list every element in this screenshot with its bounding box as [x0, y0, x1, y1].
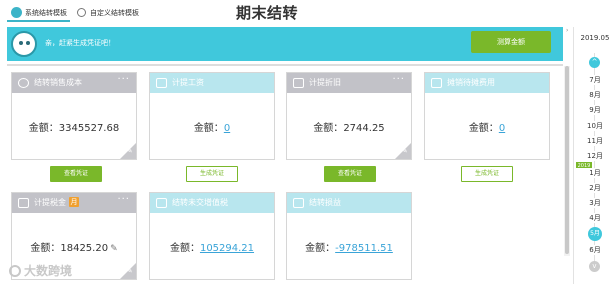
template-icon	[11, 7, 22, 18]
scrollbar[interactable]	[564, 66, 570, 256]
month-item-selected[interactable]: 5月	[588, 227, 602, 241]
view-voucher-button[interactable]: 查看凭证	[50, 166, 102, 182]
mascot-icon	[11, 31, 37, 57]
tab-custom-template[interactable]: 自定义结转模板	[72, 4, 144, 22]
month-item[interactable]: 11月	[574, 136, 615, 146]
card-amount: 金额：-978511.51	[305, 243, 393, 254]
amount-value: 3345527.68	[58, 123, 120, 134]
grid-icon	[156, 198, 167, 208]
more-icon[interactable]: ···	[117, 194, 130, 205]
amount-link[interactable]: 0	[224, 123, 230, 134]
card-header: 摊销待摊费用	[425, 73, 549, 93]
month-badge: 月	[69, 197, 79, 207]
card-amount: 金额：0	[193, 123, 231, 134]
card-title: 计提折旧	[309, 78, 341, 87]
tab-label: 系统结转模板	[25, 9, 67, 17]
card-amount: 金额：3345527.68	[28, 123, 120, 134]
card-title: 摊销待摊费用	[447, 78, 495, 87]
expand-arrow-icon[interactable]: ›	[566, 27, 573, 35]
card-transfer-profit-loss: 结转损益 金额：-978511.51	[286, 192, 412, 280]
card-amount: 金额：105294.21	[169, 243, 255, 254]
card-header: 计提工资	[150, 73, 274, 93]
generate-voucher-button[interactable]: 生成凭证	[186, 166, 238, 182]
tab-label: 自定义结转模板	[90, 9, 139, 17]
card-amount: 金额：18425.20 ✎	[30, 243, 118, 254]
card-title: 结转未交增值税	[172, 198, 228, 207]
month-item[interactable]: 8月	[574, 90, 615, 100]
edit-corner-icon[interactable]	[395, 143, 411, 159]
card-header: 结转销售成本 ···	[12, 73, 136, 93]
watermark: 大数跨境	[9, 262, 72, 279]
document-icon	[18, 198, 29, 208]
pencil-icon[interactable]: ✎	[110, 244, 118, 254]
template-tabs: 系统结转模板 自定义结转模板	[0, 0, 615, 25]
prompt-banner: 亲，赶紧生成凭证吧！ 测算金额	[7, 27, 563, 61]
card-amortize-prepaid: 摊销待摊费用 金额：0	[424, 72, 550, 160]
current-period: 2019.05	[580, 34, 610, 42]
card-title: 计提工资	[172, 78, 204, 87]
card-header: 计提折旧 ···	[287, 73, 411, 93]
clock-icon	[18, 78, 29, 88]
month-item[interactable]: 2月	[574, 183, 615, 193]
period-calendar: 2019.05 ^ 7月 8月 9月 10月 11月 12月 2019 1月 2…	[573, 27, 615, 284]
edit-corner-icon[interactable]	[120, 263, 136, 279]
card-title: 结转销售成本	[34, 78, 82, 87]
copy-icon	[293, 78, 304, 88]
divider	[7, 64, 563, 66]
month-item[interactable]: 3月	[574, 198, 615, 208]
card-cost-of-sales: 结转销售成本 ··· 金额：3345527.68	[11, 72, 137, 160]
view-voucher-button[interactable]: 查看凭证	[324, 166, 376, 182]
page-title: 期末结转	[236, 4, 299, 22]
card-amount: 金额：2744.25	[313, 123, 385, 134]
plus-icon	[293, 198, 304, 208]
edit-corner-icon[interactable]	[120, 143, 136, 159]
card-amount: 金额：0	[468, 123, 506, 134]
card-title: 结转损益	[309, 198, 341, 207]
card-title: 计提税金月	[34, 197, 79, 207]
watermark-logo-icon	[9, 265, 21, 277]
banner-message: 亲，赶紧生成凭证吧！	[45, 39, 115, 47]
calculate-amount-button[interactable]: 测算金额	[471, 31, 551, 53]
month-item[interactable]: 9月	[574, 105, 615, 115]
amount-value: 2744.25	[343, 123, 385, 134]
month-item[interactable]: 10月	[574, 121, 615, 131]
scroll-up-icon[interactable]: ^	[589, 57, 600, 68]
card-header: 结转损益	[287, 193, 411, 213]
month-item[interactable]: 7月	[574, 75, 615, 85]
scroll-down-icon[interactable]: v	[589, 261, 600, 272]
more-icon[interactable]: ···	[117, 74, 130, 85]
more-icon[interactable]: ···	[392, 74, 405, 85]
amount-link[interactable]: 0	[499, 123, 505, 134]
scrollbar-thumb[interactable]	[565, 66, 569, 254]
month-item[interactable]: 4月	[574, 213, 615, 223]
card-accrue-wages: 计提工资 金额：0	[149, 72, 275, 160]
refresh-icon	[77, 8, 86, 17]
amount-value: 18425.20	[60, 243, 109, 254]
wallet-icon	[156, 78, 167, 88]
card-accrue-depreciation: 计提折旧 ··· 金额：2744.25	[286, 72, 412, 160]
amount-link[interactable]: 105294.21	[200, 243, 254, 254]
card-header: 计提税金月 ···	[12, 193, 136, 213]
card-transfer-unpaid-vat: 结转未交增值税 金额：105294.21	[149, 192, 275, 280]
month-item[interactable]: 12月	[574, 151, 615, 161]
amount-link[interactable]: -978511.51	[335, 243, 393, 254]
box-icon	[431, 78, 442, 88]
month-item[interactable]: 6月	[574, 245, 615, 255]
card-header: 结转未交增值税	[150, 193, 274, 213]
month-item[interactable]: 1月	[574, 168, 615, 178]
tab-system-template[interactable]: 系统结转模板	[7, 4, 70, 22]
generate-voucher-button[interactable]: 生成凭证	[461, 166, 513, 182]
